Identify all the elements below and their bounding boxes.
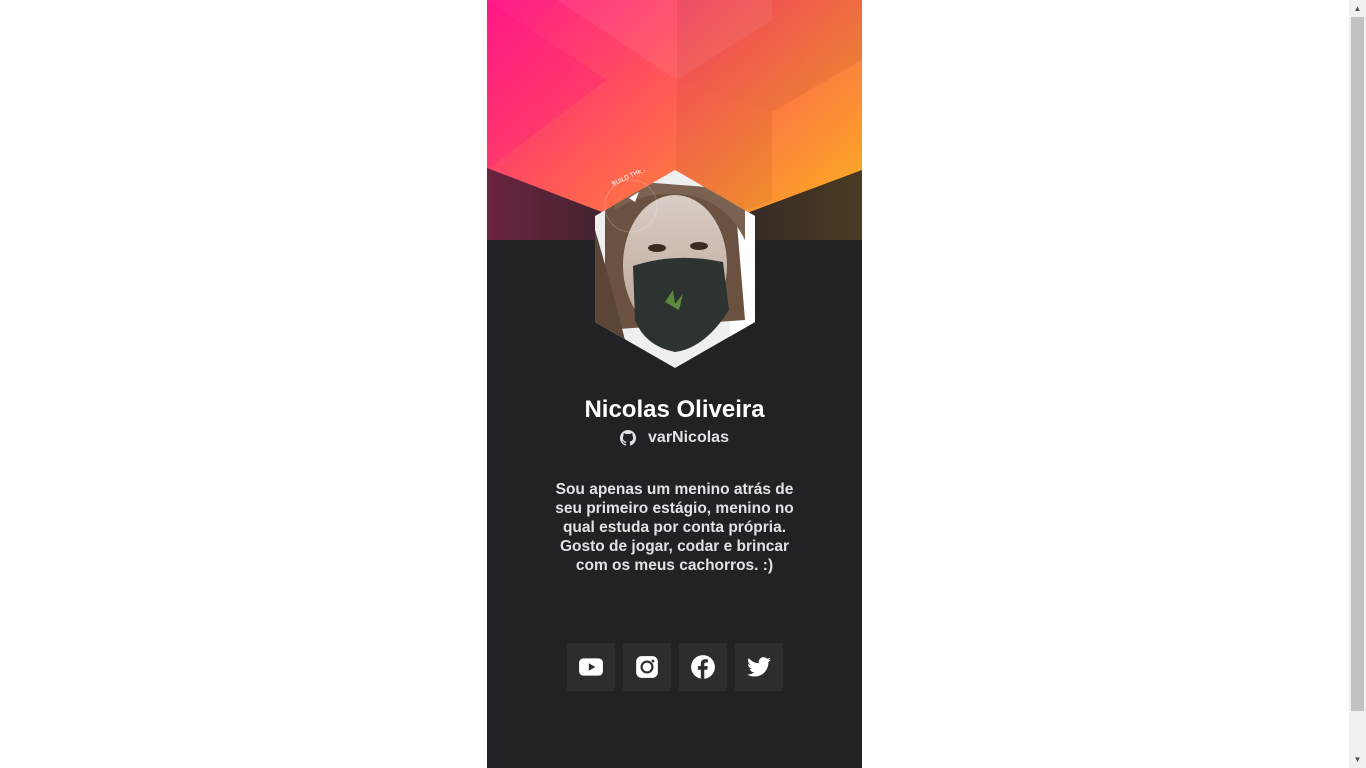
profile-name: Nicolas Oliveira — [584, 396, 765, 423]
github-handle: varNicolas — [648, 429, 729, 446]
youtube-icon — [579, 658, 603, 676]
scroll-down-icon[interactable]: ▼ — [1349, 751, 1366, 768]
scroll-thumb[interactable] — [1351, 17, 1364, 711]
profile-card: BUILD THE FUTURE Nicolas Oliveira varNic… — [487, 0, 862, 768]
facebook-icon — [691, 655, 715, 679]
facebook-link[interactable] — [679, 643, 727, 691]
bio-text: Sou apenas um menino atrás de seu primei… — [555, 481, 794, 574]
twitter-link[interactable] — [735, 643, 783, 691]
page: BUILD THE FUTURE Nicolas Oliveira varNic… — [0, 0, 1366, 768]
twitter-icon — [747, 657, 771, 677]
avatar: BUILD THE FUTURE — [595, 170, 755, 368]
instagram-icon — [636, 656, 658, 678]
social-links — [567, 643, 783, 691]
scroll-up-icon[interactable]: ▲ — [1349, 0, 1366, 17]
vertical-scrollbar[interactable]: ▲ ▼ — [1349, 0, 1366, 768]
github-icon — [620, 430, 637, 446]
github-link[interactable]: varNicolas — [487, 429, 862, 447]
instagram-link[interactable] — [623, 643, 671, 691]
youtube-link[interactable] — [567, 643, 615, 691]
